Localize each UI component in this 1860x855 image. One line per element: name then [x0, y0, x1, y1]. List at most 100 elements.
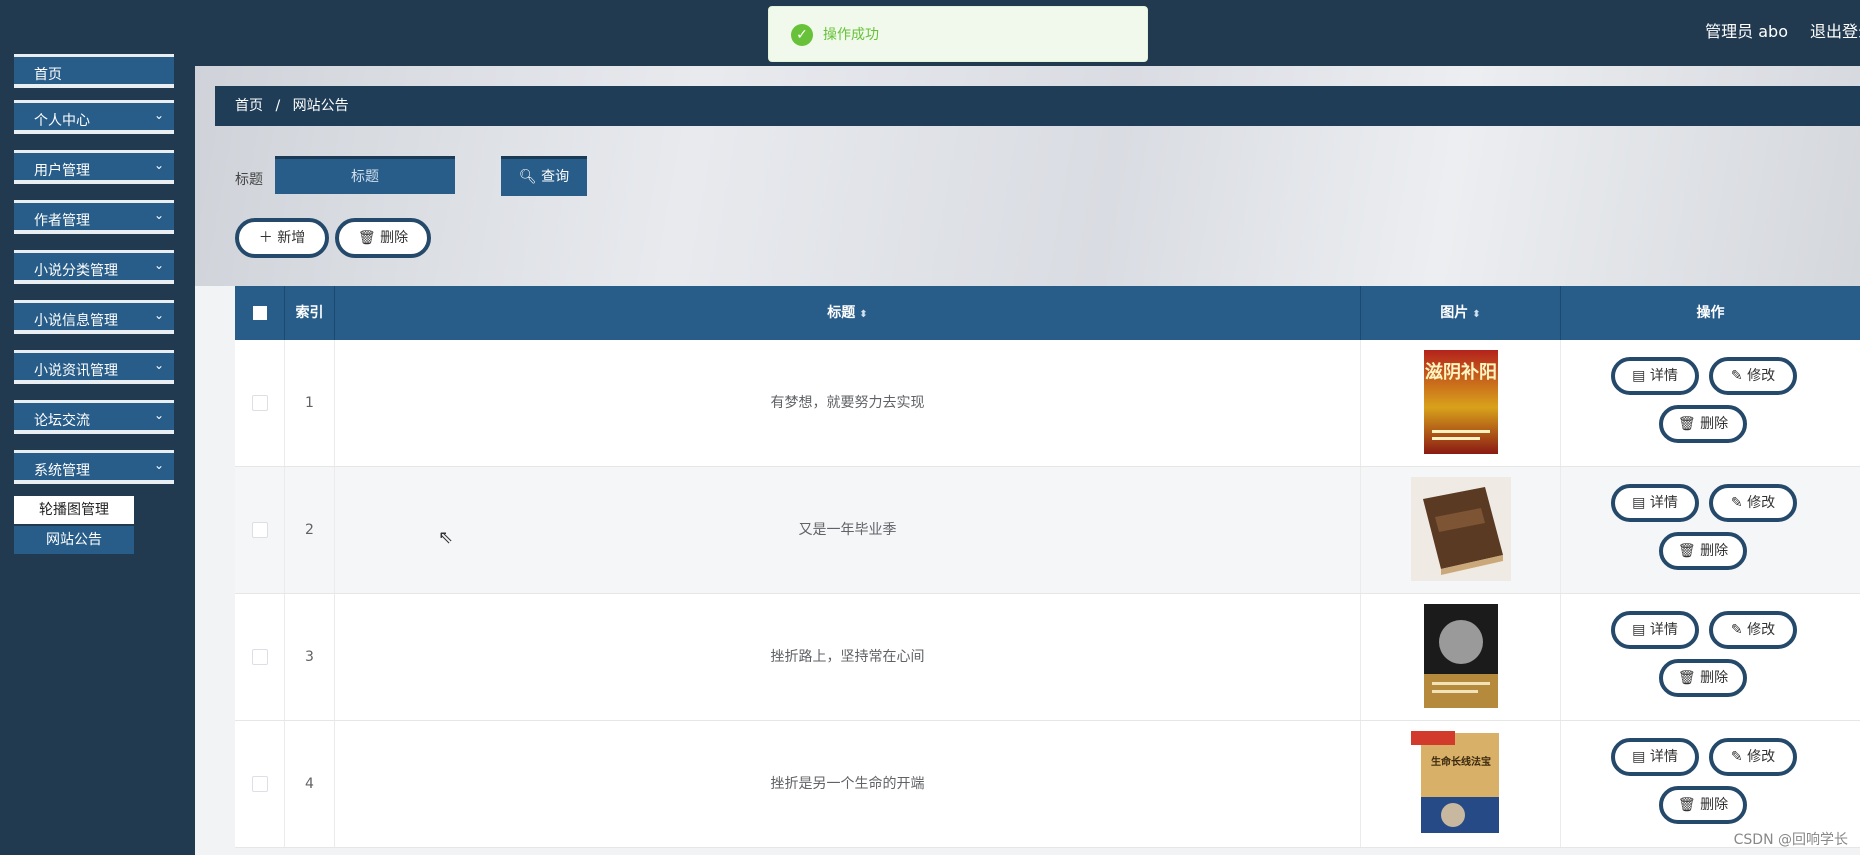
row-title: 挫折是另一个生命的开端	[335, 721, 1361, 847]
sidebar-subitem-announcements[interactable]: 网站公告	[14, 526, 134, 554]
sidebar-item-author-management[interactable]: 作者管理 ⌄	[14, 200, 174, 234]
doc-icon: ▤	[1632, 495, 1646, 511]
edit-button[interactable]: ✎ 修改	[1709, 611, 1797, 649]
row-title: 又是一年毕业季	[335, 467, 1361, 593]
batch-delete-button[interactable]: 🗑︎ 删除	[335, 218, 431, 258]
delete-label: 删除	[1700, 670, 1729, 686]
sidebar-item-forum[interactable]: 论坛交流 ⌄	[14, 400, 174, 434]
detail-label: 详情	[1649, 622, 1678, 638]
delete-button[interactable]: 🗑︎ 删除	[1659, 786, 1747, 824]
sidebar-item-label: 个人中心	[34, 113, 90, 129]
row-image-cell	[1361, 594, 1561, 720]
delete-button[interactable]: 🗑︎ 删除	[1659, 532, 1747, 570]
edit-button[interactable]: ✎ 修改	[1709, 738, 1797, 776]
chevron-down-icon: ⌄	[153, 308, 164, 322]
sidebar-item-label: 小说分类管理	[34, 263, 118, 279]
edit-label: 修改	[1747, 622, 1776, 638]
detail-button[interactable]: ▤ 详情	[1611, 357, 1699, 395]
row-index: 3	[285, 594, 335, 720]
row-checkbox[interactable]	[251, 649, 268, 665]
breadcrumb-current: 网站公告	[292, 98, 349, 114]
header-image[interactable]: 图片 ⬍	[1361, 286, 1561, 340]
add-button[interactable]: ＋ 新增	[235, 218, 329, 258]
mouse-pointer-icon: ⇖	[438, 527, 454, 548]
chevron-down-icon: ⌄	[153, 108, 164, 122]
header-action: 操作	[1696, 305, 1725, 321]
trash-icon: 🗑︎	[1677, 416, 1696, 432]
batch-delete-button-label: 删除	[380, 230, 409, 246]
sidebar-item-user-management[interactable]: 用户管理 ⌄	[14, 150, 174, 184]
detail-label: 详情	[1649, 368, 1678, 384]
sidebar-item-home[interactable]: 首页	[14, 54, 174, 88]
sidebar-item-label: 小说资讯管理	[34, 363, 118, 379]
sidebar-item-label: 首页	[34, 67, 62, 83]
breadcrumb-home[interactable]: 首页	[235, 98, 263, 114]
query-button[interactable]: 🔍︎ 查询	[501, 156, 587, 196]
delete-button[interactable]: 🗑︎ 删除	[1659, 405, 1747, 443]
select-all-checkbox[interactable]	[252, 306, 267, 320]
edit-button[interactable]: ✎ 修改	[1709, 484, 1797, 522]
select-all-checkbox-cell[interactable]	[235, 286, 285, 340]
trash-icon: 🗑︎	[1677, 670, 1696, 686]
row-actions: ▤ 详情 ✎ 修改 🗑︎ 删除	[1561, 340, 1860, 466]
breadcrumb-separator: /	[275, 98, 281, 114]
header-index: 索引	[285, 286, 335, 340]
edit-icon: ✎	[1730, 749, 1743, 765]
cover-text: 生命长线法宝	[1431, 755, 1491, 768]
header-title[interactable]: 标题 ⬍	[335, 286, 1361, 340]
table-row: 3 挫折路上，坚持常在心间 ▤ 详情 ✎ 修改 🗑︎ 删除	[235, 594, 1860, 721]
check-circle-icon: ✓	[791, 24, 813, 46]
book-cover-image: 生命长线法宝	[1411, 731, 1499, 833]
plus-icon: ＋	[258, 230, 273, 246]
chevron-down-icon: ⌄	[153, 208, 164, 222]
query-button-label: 查询	[541, 169, 570, 185]
logout-link[interactable]: 退出登录	[1810, 18, 1860, 42]
watermark: CSDN @回响学长	[1733, 832, 1848, 848]
chevron-down-icon: ⌄	[153, 158, 164, 172]
row-index: 4	[285, 721, 335, 847]
row-checkbox[interactable]	[251, 395, 268, 411]
trash-icon: 🗑︎	[357, 230, 376, 246]
sidebar-item-novel-info-management[interactable]: 小说信息管理 ⌄	[14, 300, 174, 334]
doc-icon: ▤	[1632, 622, 1646, 638]
sidebar: 首页 个人中心 ⌄ 用户管理 ⌄ 作者管理 ⌄ 小说分类管理 ⌄ 小说信息管理 …	[0, 54, 195, 855]
sidebar-item-system-management[interactable]: 系统管理 ⌄	[14, 450, 174, 484]
chevron-down-icon: ⌄	[153, 358, 164, 372]
admin-user-label[interactable]: 管理员 abo	[1705, 18, 1788, 42]
sidebar-item-label: 系统管理	[34, 463, 90, 479]
detail-button[interactable]: ▤ 详情	[1611, 611, 1699, 649]
table-row: 4 挫折是另一个生命的开端 生命长线法宝 ▤ 详情 ✎ 修改 🗑︎ 删除	[235, 721, 1860, 848]
sidebar-subitem-carousel[interactable]: 轮播图管理	[14, 496, 134, 524]
sidebar-item-label: 用户管理	[34, 163, 90, 179]
sort-icon[interactable]: ⬍	[1472, 309, 1480, 320]
edit-label: 修改	[1747, 749, 1776, 765]
add-button-label: 新增	[277, 230, 306, 246]
row-checkbox[interactable]	[251, 776, 268, 792]
row-checkbox[interactable]	[251, 522, 268, 538]
delete-button[interactable]: 🗑︎ 删除	[1659, 659, 1747, 697]
edit-button[interactable]: ✎ 修改	[1709, 357, 1797, 395]
edit-icon: ✎	[1730, 368, 1743, 384]
detail-button[interactable]: ▤ 详情	[1611, 484, 1699, 522]
header-title-label: 标题	[827, 305, 856, 321]
sidebar-item-personal-center[interactable]: 个人中心 ⌄	[14, 100, 174, 134]
breadcrumb: 首页 / 网站公告	[215, 86, 1860, 126]
detail-button[interactable]: ▤ 详情	[1611, 738, 1699, 776]
search-label: 标题	[235, 172, 263, 188]
doc-icon: ▤	[1632, 749, 1646, 765]
row-image-cell: 滋阴补阳	[1361, 340, 1561, 466]
sidebar-item-novel-news-management[interactable]: 小说资讯管理 ⌄	[14, 350, 174, 384]
sidebar-item-label: 小说信息管理	[34, 313, 118, 329]
row-index: 2	[285, 467, 335, 593]
title-search-input[interactable]	[275, 156, 455, 194]
header-image-label: 图片	[1440, 305, 1469, 321]
table-row: 2 又是一年毕业季 ▤ 详情 ✎ 修改 🗑︎ 删除	[235, 467, 1860, 594]
chevron-up-icon: ⌄	[153, 458, 164, 472]
success-toast: ✓ 操作成功	[768, 6, 1148, 62]
sort-icon[interactable]: ⬍	[859, 309, 867, 320]
edit-icon: ✎	[1730, 622, 1743, 638]
edit-label: 修改	[1747, 495, 1776, 511]
edit-icon: ✎	[1730, 495, 1743, 511]
detail-label: 详情	[1649, 749, 1678, 765]
sidebar-item-category-management[interactable]: 小说分类管理 ⌄	[14, 250, 174, 284]
